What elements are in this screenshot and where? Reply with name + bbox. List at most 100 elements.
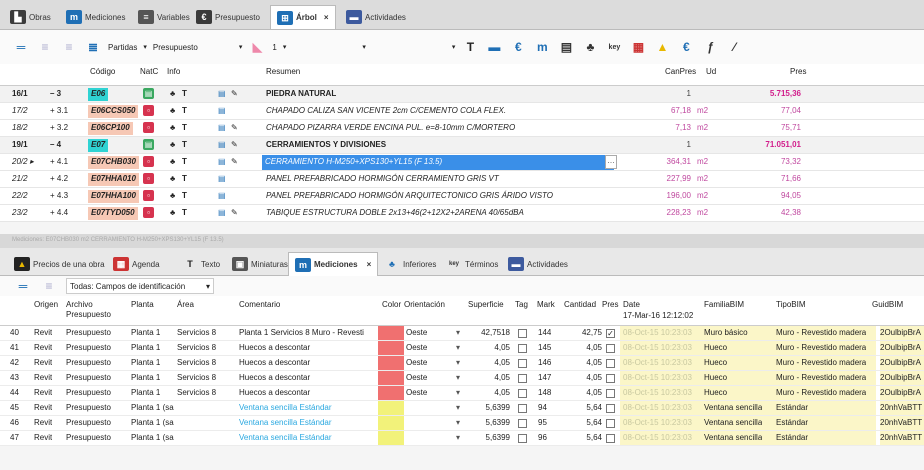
indent-icon[interactable]: ≡ bbox=[36, 38, 54, 56]
tab-variables[interactable]: ≡ Variables bbox=[138, 5, 190, 29]
pencil-icon[interactable]: ✎ bbox=[231, 89, 238, 98]
cell-planta[interactable]: Planta 1 (sa bbox=[131, 403, 175, 412]
cell-color[interactable] bbox=[378, 326, 404, 340]
col-pres[interactable]: Pres bbox=[790, 67, 806, 76]
item-icon[interactable]: ▫ bbox=[143, 156, 154, 167]
cell-tipo[interactable]: Muro - Revestido madera bbox=[776, 373, 866, 382]
cell-tipo[interactable]: Muro - Revestido madera bbox=[776, 328, 866, 337]
col-guid[interactable]: GuidBIM bbox=[872, 300, 903, 310]
cell-cantidad[interactable]: 42,75 bbox=[560, 328, 602, 337]
col-cantidad[interactable]: Cantidad bbox=[564, 300, 596, 310]
table-icon[interactable]: ▬ bbox=[485, 38, 503, 56]
chevron-down-icon[interactable]: ▾ bbox=[239, 43, 243, 51]
pencil-icon[interactable]: ✎ bbox=[231, 140, 238, 149]
cell-familia[interactable]: Ventana sencilla bbox=[704, 418, 762, 427]
row-index[interactable]: + 4.1 bbox=[50, 157, 68, 166]
cell-mark[interactable]: 148 bbox=[538, 388, 551, 397]
cell-origen[interactable]: Revit bbox=[34, 403, 52, 412]
cell-origen[interactable]: Revit bbox=[34, 418, 52, 427]
cell-origen[interactable]: Revit bbox=[34, 343, 52, 352]
row-code[interactable]: E06CP100 bbox=[88, 122, 133, 135]
cell-mark[interactable]: 147 bbox=[538, 373, 551, 382]
cell-color[interactable] bbox=[378, 341, 404, 355]
item-icon[interactable]: ▫ bbox=[143, 173, 154, 184]
cell-superficie[interactable]: 5,6399 bbox=[466, 433, 510, 442]
people-icon[interactable]: ♣ bbox=[170, 89, 175, 98]
table-icon[interactable]: ▤ bbox=[218, 191, 226, 200]
table-icon[interactable]: ▤ bbox=[218, 174, 226, 183]
col-orientacion[interactable]: Orientación bbox=[404, 300, 445, 310]
cell-familia[interactable]: Hueco bbox=[704, 388, 727, 397]
row-index[interactable]: – 4 bbox=[50, 140, 61, 149]
col-planta[interactable]: Planta bbox=[131, 300, 154, 310]
presupuesto-label[interactable]: Presupuesto bbox=[153, 43, 233, 52]
people-icon[interactable]: ♣ bbox=[170, 106, 175, 115]
cell-comentario[interactable]: Huecos a descontar bbox=[239, 373, 377, 382]
text-icon[interactable]: T bbox=[182, 191, 187, 200]
cell-color[interactable] bbox=[378, 416, 404, 430]
row-index[interactable]: + 4.4 bbox=[50, 208, 68, 217]
cell-area[interactable]: Servicios 8 bbox=[177, 358, 216, 367]
tab-inferiores[interactable]: ♣ Inferiores bbox=[384, 252, 436, 276]
tab-actividades-bottom[interactable]: ▬ Actividades bbox=[508, 252, 568, 276]
cell-mark[interactable]: 94 bbox=[538, 403, 547, 412]
tag-checkbox[interactable] bbox=[518, 434, 527, 443]
tab-mediciones-bottom[interactable]: m Mediciones × bbox=[288, 252, 379, 276]
col-tag[interactable]: Tag bbox=[515, 300, 528, 310]
collapse-icon[interactable]: ═ bbox=[12, 38, 30, 56]
tab-obras[interactable]: ▙ Obras bbox=[10, 5, 51, 29]
warning-icon[interactable]: ▲ bbox=[653, 38, 671, 56]
row-index[interactable]: + 3.2 bbox=[50, 123, 68, 132]
chevron-down-icon[interactable]: ▾ bbox=[456, 388, 460, 397]
cell-cantidad[interactable]: 4,05 bbox=[560, 373, 602, 382]
tab-agenda[interactable]: ▦ Agenda bbox=[113, 252, 160, 276]
row-code[interactable]: E07HHA100 bbox=[88, 190, 139, 203]
cell-tipo[interactable]: Muro - Revestido madera bbox=[776, 358, 866, 367]
cell-archivo[interactable]: Presupuesto bbox=[66, 373, 111, 382]
cell-cantidad[interactable]: 4,05 bbox=[560, 343, 602, 352]
cell-guid[interactable]: 2OulbipBrA bbox=[880, 326, 924, 340]
cell-origen[interactable]: Revit bbox=[34, 373, 52, 382]
cell-mark[interactable]: 145 bbox=[538, 343, 551, 352]
chevron-down-icon[interactable]: ▾ bbox=[452, 43, 456, 51]
cell-familia[interactable]: Hueco bbox=[704, 343, 727, 352]
table-row[interactable]: 42 Revit Presupuesto Planta 1 Servicios 8 Hue… bbox=[0, 356, 924, 371]
col-tipo[interactable]: TipoBIM bbox=[776, 300, 806, 310]
people-icon[interactable]: ♣ bbox=[170, 191, 175, 200]
item-icon[interactable]: ▫ bbox=[143, 190, 154, 201]
table-row[interactable]: 40 Revit Presupuesto Planta 1 Servicios 8 Pla… bbox=[0, 326, 924, 341]
people-icon[interactable]: ♣ bbox=[170, 140, 175, 149]
row-code[interactable]: E06 bbox=[88, 88, 109, 101]
chevron-down-icon[interactable]: ▾ bbox=[143, 43, 147, 51]
pencil-icon[interactable]: ✎ bbox=[231, 123, 238, 132]
tag-checkbox[interactable] bbox=[518, 344, 527, 353]
cell-superficie[interactable]: 5,6399 bbox=[466, 418, 510, 427]
people-icon[interactable]: ♣ bbox=[170, 174, 175, 183]
tree-row[interactable]: 16/1 – 3 E06 ▤ ♣ T ▤ ✎ PIEDRA NATURAL 1 5.715,36 bbox=[0, 86, 924, 103]
cell-date[interactable]: 08-Oct-15 10:23:03 bbox=[623, 433, 692, 442]
text-icon[interactable]: T bbox=[182, 106, 187, 115]
chevron-down-icon[interactable]: ▾ bbox=[283, 43, 287, 51]
cell-orientacion[interactable]: Oeste bbox=[406, 343, 427, 352]
text-icon[interactable]: T bbox=[182, 123, 187, 132]
cell-comentario[interactable]: Ventana sencilla Estándar bbox=[239, 418, 377, 427]
cell-superficie[interactable]: 4,05 bbox=[466, 343, 510, 352]
people-icon[interactable]: ♣ bbox=[170, 123, 175, 132]
cell-orientacion[interactable]: Oeste bbox=[406, 328, 427, 337]
pres-checkbox[interactable] bbox=[606, 344, 615, 353]
row-code[interactable]: E07CHB030 bbox=[88, 156, 139, 169]
col-comentario[interactable]: Comentario bbox=[239, 300, 280, 310]
row-index[interactable]: – 3 bbox=[50, 89, 61, 98]
cell-guid[interactable]: 2OulbipBrA bbox=[880, 371, 924, 385]
tab-actividades[interactable]: ▬ Actividades bbox=[346, 5, 406, 29]
cell-cantidad[interactable]: 4,05 bbox=[560, 388, 602, 397]
tag-checkbox[interactable] bbox=[518, 419, 527, 428]
cell-date[interactable]: 08-Oct-15 10:23:03 bbox=[623, 388, 692, 397]
tag-checkbox[interactable] bbox=[518, 404, 527, 413]
cell-area[interactable]: Servicios 8 bbox=[177, 343, 216, 352]
col-resumen[interactable]: Resumen bbox=[266, 67, 300, 76]
cell-color[interactable] bbox=[378, 356, 404, 370]
cell-comentario[interactable]: Ventana sencilla Estándar bbox=[239, 433, 377, 442]
chevron-down-icon[interactable]: ▾ bbox=[456, 373, 460, 382]
chevron-down-icon[interactable]: ▾ bbox=[456, 418, 460, 427]
